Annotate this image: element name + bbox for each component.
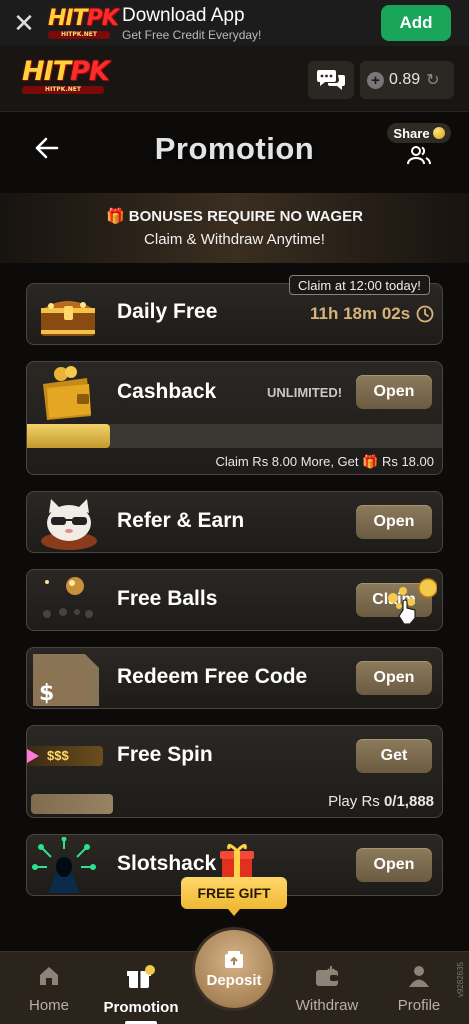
- cashback-footer: Claim Rs 8.00 More, Get 🎁 Rs 18.00: [215, 454, 434, 470]
- wallet-icon: [43, 366, 91, 420]
- nav-withdraw-label: Withdraw: [295, 997, 359, 1014]
- nav-withdraw[interactable]: Withdraw: [289, 964, 365, 1014]
- cashback-progress-bar: [27, 424, 442, 448]
- redeem-open-button[interactable]: Open: [356, 661, 432, 695]
- users-icon[interactable]: [407, 145, 431, 170]
- free-spin-progress-bar: [31, 794, 113, 814]
- slotshack-open-button[interactable]: Open: [356, 848, 432, 882]
- nav-promotion-label: Promotion: [103, 999, 179, 1016]
- promo-title-redeem: Redeem Free Code: [117, 665, 308, 688]
- logo-subtext: HITPK.NET: [22, 86, 104, 94]
- free-spin-footer: Play Rs 0/1,888: [328, 793, 434, 810]
- free-spin-footer-prefix: Play Rs: [328, 793, 384, 810]
- logo-text-accent: PK: [70, 56, 110, 87]
- daily-free-timer: 11h 18m 02s: [310, 304, 434, 324]
- nav-profile-label: Profile: [397, 997, 441, 1014]
- chat-bubbles-icon: [317, 70, 345, 90]
- nav-promotion[interactable]: Promotion: [98, 964, 184, 1016]
- bonus-notice: 🎁 BONUSES REQUIRE NO WAGER Claim & Withdr…: [0, 193, 469, 263]
- promo-card-cashback[interactable]: Cashback UNLIMITED! Open Claim Rs 8.00 M…: [26, 361, 443, 475]
- hacker-icon: [32, 837, 96, 893]
- close-icon[interactable]: ✕: [0, 8, 48, 39]
- deposit-icon: [225, 950, 243, 968]
- slot-reel-thumb: $$$: [27, 746, 103, 766]
- balance-widget[interactable]: + 0.89 ↻: [360, 61, 454, 99]
- version-code: v9282635: [456, 962, 465, 998]
- add-app-button[interactable]: Add: [381, 5, 451, 41]
- balls-icon: [43, 577, 93, 618]
- promo-card-redeem[interactable]: $ Redeem Free Code Open: [26, 647, 443, 709]
- gift-icon: [127, 965, 155, 988]
- gift-icon: 🎁: [362, 454, 379, 469]
- timer-text: 11h 18m 02s: [310, 304, 411, 323]
- balance-value: 0.89: [389, 71, 421, 88]
- user-icon: [409, 966, 429, 987]
- promo-title-free-balls: Free Balls: [117, 587, 218, 610]
- promo-title-daily-free: Daily Free: [117, 300, 218, 323]
- free-spin-footer-value: 0/1,888: [383, 793, 434, 810]
- download-app-banner: ✕ HITPK HITPK.NET Download App Get Free …: [0, 0, 469, 46]
- svg-text:$: $: [39, 681, 54, 706]
- deposit-button[interactable]: Deposit: [195, 930, 273, 1008]
- promo-card-daily-free[interactable]: Daily Free Claim at 12:00 today! 11h 18m…: [26, 275, 443, 345]
- clock-icon: [416, 305, 434, 323]
- download-text: Download App Get Free Credit Everyday!: [122, 5, 381, 42]
- bonus-notice-title: 🎁 BONUSES REQUIRE NO WAGER: [0, 207, 469, 225]
- refer-open-button[interactable]: Open: [356, 505, 432, 539]
- promo-title-slotshack: Slotshack: [117, 852, 217, 875]
- share-button[interactable]: Share: [387, 123, 451, 143]
- wallet-icon: [316, 966, 338, 986]
- nav-home[interactable]: Home: [26, 964, 72, 1014]
- download-title: Download App: [122, 4, 245, 26]
- cashback-footer-prefix: Claim Rs 8.00 More, Get: [215, 454, 359, 469]
- chat-button[interactable]: [308, 61, 354, 99]
- promotion-header: Promotion Share: [0, 113, 469, 193]
- app-header: HITPK HITPK.NET + 0.89 ↻: [0, 46, 469, 112]
- promo-title-refer: Refer & Earn: [117, 509, 245, 532]
- plus-icon[interactable]: +: [367, 71, 384, 89]
- promo-card-free-spin[interactable]: $$$ Free Spin Get Play Rs 0/1,888: [26, 725, 443, 818]
- home-icon: [40, 967, 58, 985]
- hitpk-logo[interactable]: HITPK HITPK.NET: [22, 56, 110, 94]
- bonus-notice-subtitle: Claim & Withdraw Anytime!: [144, 231, 325, 248]
- nav-profile[interactable]: Profile: [393, 964, 445, 1014]
- pointer-icon: [27, 749, 39, 763]
- cat-mascot-icon: [41, 499, 97, 550]
- nav-home-label: Home: [28, 997, 69, 1014]
- coins-hand-icon: [388, 578, 437, 625]
- ticket-icon: $: [33, 654, 99, 706]
- gift-box-icon: [220, 844, 254, 879]
- claim-time-tag: Claim at 12:00 today!: [289, 275, 430, 295]
- unlimited-badge: UNLIMITED!: [267, 385, 343, 400]
- coin-icon: [432, 127, 445, 139]
- cashback-open-button[interactable]: Open: [356, 375, 432, 409]
- slot-reel-text: $$$: [47, 748, 69, 763]
- gift-icon: 🎁: [106, 208, 125, 225]
- download-subtitle: Get Free Credit Everyday!: [122, 27, 262, 42]
- refresh-icon[interactable]: ↻: [426, 70, 439, 90]
- free-gift-badge[interactable]: FREE GIFT: [181, 877, 287, 916]
- bonus-notice-title-text: BONUSES REQUIRE NO WAGER: [128, 208, 363, 225]
- cashback-footer-amount: Rs 18.00: [381, 454, 434, 469]
- share-label: Share: [393, 125, 430, 141]
- logo-text-main: HIT: [48, 5, 88, 31]
- logo-text-accent: PK: [86, 5, 119, 31]
- cashback-progress-fill: [27, 424, 110, 448]
- hitpk-logo: HITPK HITPK.NET: [48, 5, 119, 39]
- promo-title-cashback: Cashback: [117, 380, 217, 403]
- promo-card-free-balls[interactable]: Free Balls Claim: [26, 569, 443, 631]
- logo-subtext: HITPK.NET: [48, 30, 110, 39]
- promo-card-refer[interactable]: Refer & Earn Open: [26, 491, 443, 553]
- promo-title-free-spin: Free Spin: [117, 743, 213, 766]
- deposit-label: Deposit: [206, 971, 262, 989]
- logo-text-main: HIT: [22, 56, 71, 87]
- free-spin-get-button[interactable]: Get: [356, 739, 432, 773]
- treasure-chest-icon: [41, 301, 95, 336]
